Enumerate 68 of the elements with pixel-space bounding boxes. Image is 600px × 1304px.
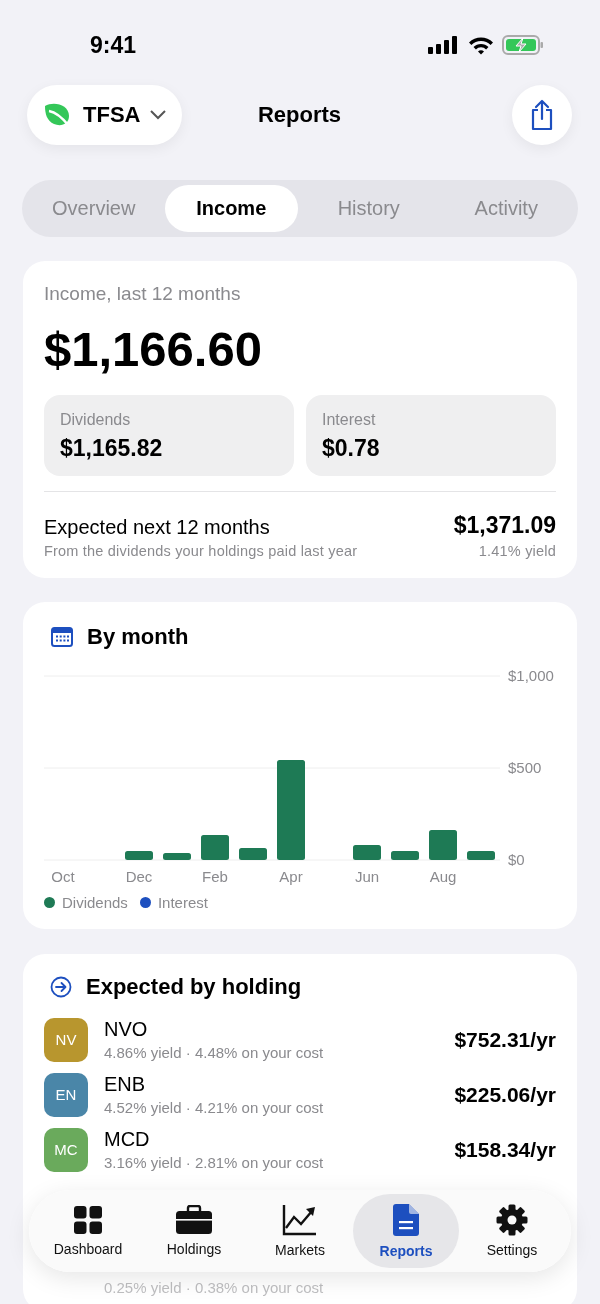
share-icon [529, 99, 555, 131]
account-picker-button[interactable]: TFSA [27, 85, 183, 145]
holding-row[interactable]: MC MCD 3.16% yield · 2.81% on your cost $158.34/yr [44, 1122, 556, 1177]
holding-detail: 4.86% yield · 4.48% on your cost [104, 1044, 325, 1061]
tile-label: Interest [322, 411, 377, 429]
expected-subtitle: From the dividends your holdings paid last year [44, 543, 358, 559]
section-title: Expected by holding [86, 974, 302, 1000]
chevron-down-icon [150, 110, 167, 120]
trend-chart-icon [282, 1204, 318, 1236]
ticker-symbol: NVO [104, 1018, 149, 1041]
legend-label: Interest [157, 894, 208, 911]
bar [239, 848, 267, 860]
segment-tab[interactable]: Income [164, 185, 298, 232]
calendar-icon [51, 627, 73, 647]
bar [353, 844, 381, 860]
holding-row[interactable]: EN ENB 4.52% yield · 4.21% on your cost $225.06/yr [44, 1067, 556, 1122]
ticker-symbol: MCD [104, 1128, 151, 1151]
legend-label: Dividends [62, 894, 128, 911]
bar [429, 830, 457, 860]
battery-charging-icon [502, 35, 544, 55]
holding-detail: 4.52% yield · 4.21% on your cost [104, 1099, 325, 1116]
arrow-circle-icon [50, 976, 72, 998]
tab-bar-item[interactable]: Settings [459, 1194, 565, 1268]
wifi-icon [468, 35, 494, 55]
expected-title: Expected next 12 months [44, 516, 271, 539]
y-axis-label: $1,000 [508, 668, 554, 684]
x-axis-label: Aug [429, 868, 457, 885]
tab-bar-item[interactable]: Holdings [141, 1194, 247, 1268]
tile-label: Dividends [60, 411, 132, 429]
y-axis-label: $500 [508, 759, 542, 776]
x-axis-label: Feb [202, 868, 228, 885]
total-amount: $1,166.60 [44, 321, 263, 377]
section-title: By month [87, 624, 189, 650]
tab-bar-item[interactable]: Markets [247, 1194, 353, 1268]
tile-value: $0.78 [322, 435, 381, 462]
holding-amount: $158.34/yr [454, 1137, 556, 1162]
status-time: 9:41 [90, 31, 137, 59]
ticker-badge: MC [44, 1127, 88, 1172]
ticker-badge: EN [44, 1072, 88, 1117]
tab-bar-item[interactable]: Reports [353, 1194, 459, 1268]
x-axis-label: Jun [354, 868, 380, 885]
x-axis-label: Oct [51, 868, 75, 885]
holding-row[interactable]: NV NVO 4.86% yield · 4.48% on your cost $752.31/yr [44, 1012, 556, 1067]
briefcase-icon [175, 1205, 213, 1235]
summary-label: Income, last 12 months [44, 283, 242, 305]
holding-amount: $752.31/yr [454, 1027, 556, 1052]
bar [163, 853, 191, 860]
x-axis-label: Apr [279, 868, 303, 885]
holding-detail: 3.16% yield · 2.81% on your cost [104, 1154, 325, 1171]
bar [201, 835, 229, 860]
holding-detail: 0.25% yield · 0.38% on your cost [104, 1279, 324, 1296]
document-icon [392, 1203, 420, 1237]
holding-amount: $225.06/yr [454, 1082, 556, 1107]
bar [125, 851, 153, 860]
ticker-badge: NV [44, 1017, 88, 1062]
ticker-symbol: ENB [104, 1073, 147, 1096]
bar [391, 851, 419, 860]
page-title: Reports [257, 102, 342, 128]
x-axis-label: Dec [125, 868, 153, 885]
settings-icon [496, 1204, 528, 1236]
y-axis-label: $0 [508, 851, 525, 868]
bar [467, 851, 495, 860]
signal-icon [428, 36, 460, 54]
expected-yield: 1.41% yield [478, 543, 556, 559]
tab-bar-item[interactable]: Dashboard [35, 1194, 141, 1268]
grid-icon [73, 1205, 103, 1235]
tile-value: $1,165.82 [60, 435, 164, 462]
expected-amount: $1,371.09 [453, 512, 556, 539]
